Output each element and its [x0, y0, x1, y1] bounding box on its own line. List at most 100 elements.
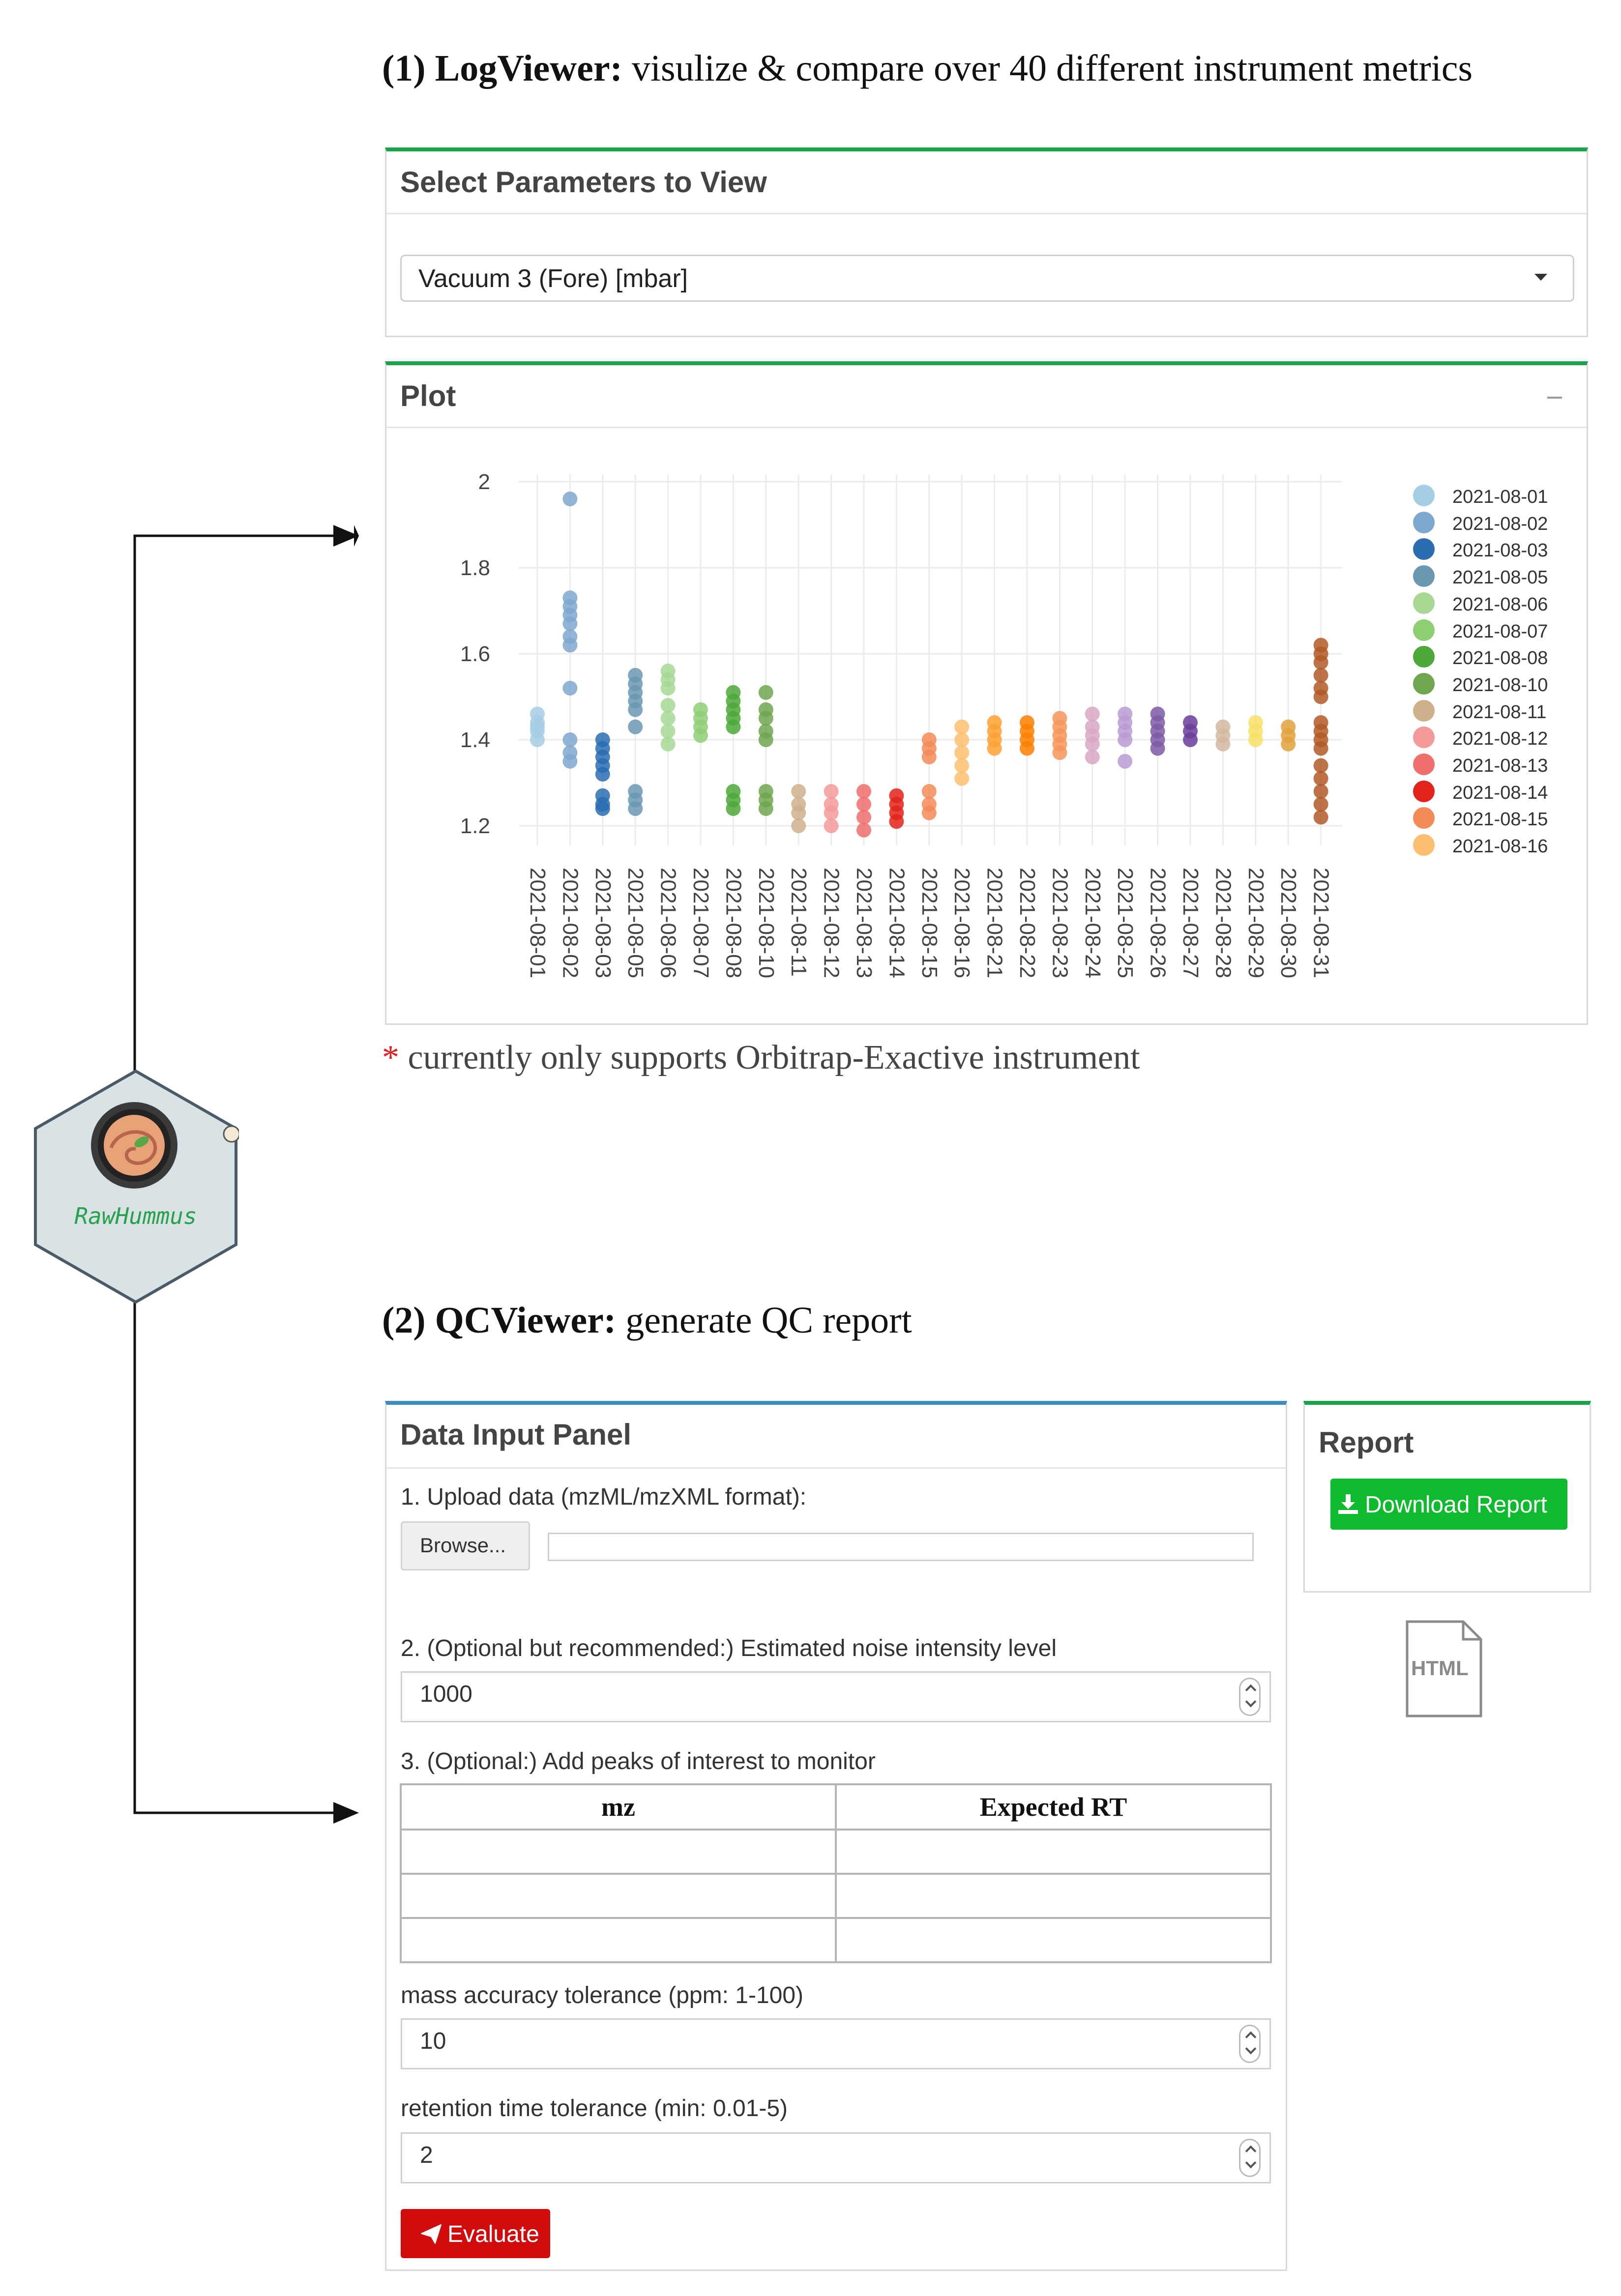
x-tick-label: 2021-08-15: [917, 868, 942, 978]
legend-label: 2021-08-07: [1452, 621, 1548, 642]
table-cell[interactable]: [835, 1829, 1272, 1875]
data-input-header: Data Input Panel: [386, 1405, 1286, 1469]
data-point[interactable]: [726, 685, 741, 700]
legend-label: 2021-08-02: [1452, 513, 1548, 534]
data-point[interactable]: [660, 664, 676, 678]
legend-swatch: [1413, 780, 1435, 802]
data-point[interactable]: [530, 706, 545, 722]
data-point[interactable]: [660, 736, 676, 752]
data-point[interactable]: [660, 711, 676, 726]
arrow-to-qcviewer: [333, 1802, 359, 1824]
table-cell[interactable]: [400, 1873, 837, 1919]
data-point[interactable]: [1085, 750, 1100, 764]
file-name-field[interactable]: [548, 1533, 1254, 1561]
data-point[interactable]: [921, 732, 937, 747]
data-point[interactable]: [1052, 711, 1067, 726]
data-point[interactable]: [856, 810, 871, 825]
data-point[interactable]: [1248, 715, 1263, 730]
data-point[interactable]: [954, 745, 970, 760]
table-cell[interactable]: [835, 1917, 1272, 1963]
data-point[interactable]: [660, 724, 676, 739]
data-point[interactable]: [1085, 706, 1100, 722]
data-point[interactable]: [562, 590, 578, 606]
data-point[interactable]: [562, 629, 578, 644]
data-point[interactable]: [1313, 758, 1328, 773]
data-point[interactable]: [1313, 797, 1328, 812]
data-point[interactable]: [987, 715, 1002, 730]
data-point[interactable]: [1313, 638, 1328, 653]
data-point[interactable]: [954, 732, 970, 747]
data-point[interactable]: [628, 719, 643, 734]
data-point[interactable]: [660, 698, 676, 713]
data-point[interactable]: [1118, 754, 1133, 769]
data-point[interactable]: [824, 818, 839, 833]
data-point[interactable]: [595, 788, 610, 803]
rt-tolerance-value: 2: [420, 2142, 433, 2168]
evaluate-button[interactable]: Evaluate: [401, 2209, 550, 2258]
x-tick-label: 2021-08-28: [1211, 868, 1235, 978]
y-tick-label: 1.6: [460, 642, 490, 666]
data-point[interactable]: [693, 702, 708, 717]
data-point[interactable]: [562, 492, 578, 506]
table-cell[interactable]: [400, 1829, 837, 1875]
data-point[interactable]: [954, 719, 970, 734]
data-point[interactable]: [921, 797, 937, 812]
data-point[interactable]: [1281, 719, 1296, 734]
data-point[interactable]: [1183, 715, 1198, 730]
download-label: Download Report: [1365, 1492, 1547, 1518]
mass-tolerance-input[interactable]: 10: [401, 2018, 1271, 2069]
table-cell[interactable]: [400, 1917, 837, 1963]
rt-tolerance-input[interactable]: 2: [401, 2132, 1271, 2183]
data-point[interactable]: [921, 784, 937, 799]
data-point[interactable]: [1313, 681, 1328, 696]
data-point[interactable]: [758, 784, 773, 799]
data-point[interactable]: [628, 668, 643, 683]
x-tick-label: 2021-08-23: [1048, 868, 1072, 978]
data-point[interactable]: [856, 797, 871, 812]
table-cell[interactable]: [835, 1873, 1272, 1919]
data-point[interactable]: [954, 758, 970, 773]
data-point[interactable]: [562, 732, 578, 747]
noise-stepper[interactable]: [1239, 1678, 1261, 1716]
data-point[interactable]: [1313, 784, 1328, 799]
legend-swatch: [1413, 727, 1435, 749]
x-tick-label: 2021-08-08: [721, 868, 745, 978]
data-point[interactable]: [758, 724, 773, 739]
data-point[interactable]: [824, 797, 839, 812]
data-point[interactable]: [791, 797, 806, 812]
data-point[interactable]: [889, 788, 904, 803]
data-point[interactable]: [1085, 719, 1100, 734]
data-point[interactable]: [1313, 668, 1328, 683]
data-point[interactable]: [856, 822, 871, 838]
rt-tolerance-stepper[interactable]: [1239, 2139, 1261, 2177]
data-point[interactable]: [758, 702, 773, 717]
download-icon: [1338, 1494, 1358, 1514]
data-point[interactable]: [954, 771, 970, 786]
download-report-button[interactable]: Download Report: [1330, 1479, 1567, 1530]
data-point[interactable]: [1118, 706, 1133, 722]
data-point[interactable]: [726, 784, 741, 799]
data-point[interactable]: [824, 784, 839, 799]
data-point[interactable]: [758, 685, 773, 700]
rt-tolerance-label: retention time tolerance (min: 0.01-5): [401, 2095, 788, 2122]
data-point[interactable]: [1313, 810, 1328, 825]
legend-swatch: [1413, 619, 1435, 641]
data-point[interactable]: [856, 784, 871, 799]
mass-tolerance-stepper[interactable]: [1239, 2025, 1261, 2063]
data-point[interactable]: [791, 818, 806, 833]
noise-input[interactable]: 1000: [401, 1671, 1271, 1722]
data-point[interactable]: [628, 784, 643, 799]
data-point[interactable]: [1150, 706, 1165, 722]
legend-swatch: [1413, 834, 1435, 856]
data-point[interactable]: [562, 745, 578, 760]
data-point[interactable]: [1020, 715, 1034, 730]
browse-button[interactable]: Browse...: [401, 1521, 530, 1570]
data-point[interactable]: [791, 784, 806, 799]
data-point[interactable]: [1215, 719, 1231, 734]
data-point[interactable]: [595, 732, 610, 747]
data-point[interactable]: [1313, 715, 1328, 730]
legend-swatch: [1413, 672, 1435, 695]
data-point[interactable]: [562, 681, 578, 696]
data-point[interactable]: [1313, 771, 1328, 786]
legend-swatch: [1413, 565, 1435, 587]
